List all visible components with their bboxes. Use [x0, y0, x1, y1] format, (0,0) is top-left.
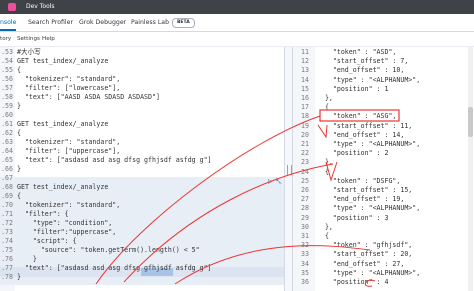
menu-settings[interactable]: Settings	[17, 32, 40, 46]
tab-painless-lab[interactable]: Painless Lab	[131, 14, 169, 31]
response-editor: 11 "token" : "ASD", 12 "start_offset" : 7…	[292, 47, 474, 291]
run-request-icon[interactable]: ▷	[268, 178, 273, 185]
line-number: 36	[301, 278, 309, 286]
tab-grok-debugger[interactable]: Grok Debugger	[79, 14, 126, 31]
request-editor[interactable]: .53 #大小写 .54 GET test_index/_analyze .55{.56…	[0, 47, 284, 291]
request-actions: ▷ 🔧	[268, 178, 282, 185]
app-header: Dev Tools	[0, 0, 474, 14]
menu-history[interactable]: tory	[0, 32, 11, 46]
menu-help[interactable]: Help	[42, 32, 55, 46]
tab-bar: nsole Search Profiler Grok Debugger Pain…	[0, 14, 474, 32]
response-scrollbar-thumb[interactable]	[468, 107, 473, 137]
wrench-icon[interactable]: 🔧	[275, 178, 282, 185]
tab-search-profiler[interactable]: Search Profiler	[28, 14, 73, 31]
code-text: "position" : 4	[317, 278, 389, 286]
request-code-line: .78}	[0, 272, 284, 282]
code-text: }	[17, 273, 21, 281]
line-number: .78	[1, 273, 13, 281]
console-menu: tory Settings Help	[0, 32, 474, 47]
beta-badge: BETA	[172, 18, 195, 28]
tab-console[interactable]: nsole	[0, 14, 17, 31]
response-scrollbar[interactable]	[468, 47, 473, 291]
response-code-line: 36 "position" : 4	[293, 277, 474, 287]
kibana-logo-icon	[8, 3, 16, 11]
app-title: Dev Tools	[26, 3, 55, 10]
